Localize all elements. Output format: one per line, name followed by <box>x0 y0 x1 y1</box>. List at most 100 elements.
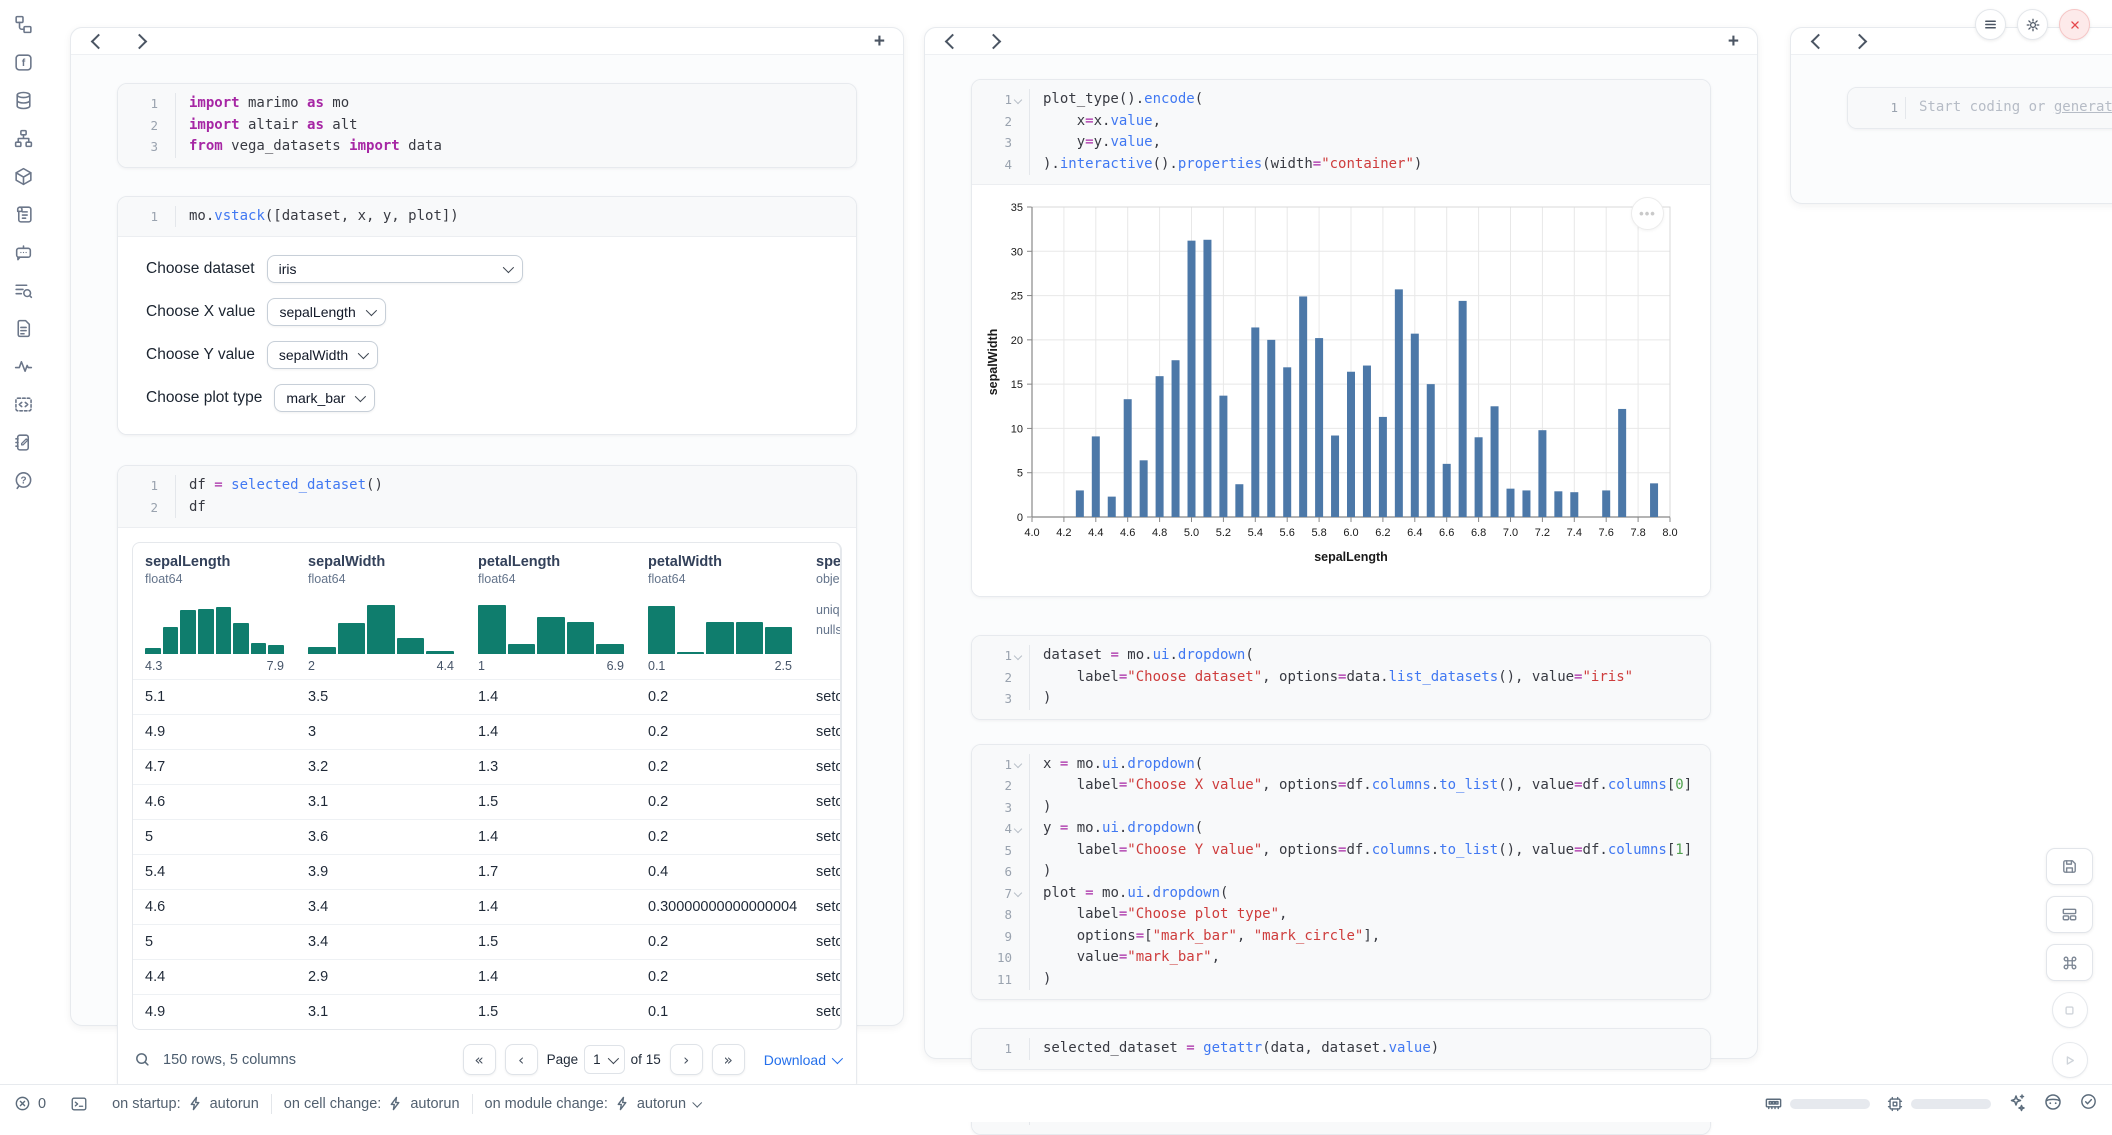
column-histogram[interactable] <box>145 598 284 654</box>
help-icon[interactable]: ? <box>13 470 34 491</box>
packages-icon[interactable] <box>13 166 34 187</box>
code-line[interactable]: 2 label="Choose dataset", options=data.l… <box>982 667 1696 689</box>
settings-button[interactable] <box>2017 9 2048 40</box>
documentation-icon[interactable] <box>13 318 34 339</box>
next-page-button[interactable]: › <box>670 1044 703 1075</box>
code-line[interactable]: 4).interactive().properties(width="conta… <box>982 154 1696 176</box>
code-line[interactable]: 8 label="Choose plot type", <box>982 904 1696 926</box>
xyplot-dropdown-code[interactable]: 1x = mo.ui.dropdown(2 label="Choose X va… <box>972 745 1710 1000</box>
tracing-icon[interactable] <box>13 356 34 377</box>
on-startup-setting[interactable]: on startup: autorun <box>100 1096 271 1112</box>
ai-assist-button[interactable] <box>2007 1092 2027 1116</box>
dataset-dropdown-cell[interactable]: 1dataset = mo.ui.dropdown(2 label="Choos… <box>971 635 1711 720</box>
xyplot-dropdown-cell[interactable]: 1x = mo.ui.dropdown(2 label="Choose X va… <box>971 744 1711 1001</box>
bar-chart[interactable]: 4.04.24.44.64.85.05.25.45.65.86.06.26.46… <box>984 197 1702 580</box>
imports-code[interactable]: 1import marimo as mo2import altair as al… <box>118 84 856 167</box>
dataset-select[interactable]: iris <box>267 255 523 283</box>
code-line[interactable]: 1x = mo.ui.dropdown( <box>982 754 1696 776</box>
stop-button[interactable] <box>2052 992 2088 1028</box>
code-line[interactable]: 11) <box>982 969 1696 991</box>
table-row[interactable]: 4.63.11.50.2setos <box>133 784 840 819</box>
file-explorer-icon[interactable] <box>13 14 34 35</box>
dataset-dropdown-code[interactable]: 1dataset = mo.ui.dropdown(2 label="Choos… <box>972 636 1710 719</box>
table-row[interactable]: 5.43.91.70.4setos <box>133 854 840 889</box>
connection-status-button[interactable] <box>2079 1092 2098 1115</box>
empty-cell[interactable]: 1 Start coding or generate with <box>1847 87 2112 129</box>
code-line[interactable]: 5 label="Choose Y value", options=df.col… <box>982 840 1696 862</box>
plot-type-select[interactable]: mark_bar <box>274 384 375 412</box>
dataframe-code[interactable]: 1df = selected_dataset()2df <box>118 466 856 528</box>
code-line[interactable]: 1dataset = mo.ui.dropdown( <box>982 645 1696 667</box>
cpu-meter[interactable] <box>1886 1095 1991 1113</box>
column-header[interactable]: sepalLengthfloat644.37.9 <box>133 543 296 679</box>
vstack-cell[interactable]: 1mo.vstack([dataset, x, y, plot]) Choose… <box>117 196 857 436</box>
chart-actions-button[interactable]: ••• <box>1631 197 1664 230</box>
copilot-button[interactable] <box>2043 1092 2063 1116</box>
selected-dataset-cell[interactable]: 1selected_dataset = getattr(data, datase… <box>971 1028 1711 1070</box>
logs-icon[interactable] <box>13 204 34 225</box>
column-header[interactable]: sepalWidthfloat6424.4 <box>296 543 466 679</box>
x-select[interactable]: sepalLength <box>267 298 385 326</box>
generate-with-ai-link[interactable]: generate <box>2054 99 2112 115</box>
add-cell-button[interactable]: + <box>1728 31 1739 53</box>
code-line[interactable]: 1mo.vstack([dataset, x, y, plot]) <box>128 206 842 228</box>
vstack-code[interactable]: 1mo.vstack([dataset, x, y, plot]) <box>118 197 856 238</box>
column-header[interactable]: petalWidthfloat640.12.5 <box>636 543 804 679</box>
datasources-icon[interactable] <box>13 90 34 111</box>
code-line[interactable]: 1df = selected_dataset() <box>128 475 842 497</box>
keyboard-shortcuts-button[interactable] <box>2046 944 2093 981</box>
last-page-button[interactable]: » <box>712 1044 745 1075</box>
y-select[interactable]: sepalWidth <box>267 341 378 369</box>
search-icon[interactable] <box>134 1051 151 1068</box>
code-line[interactable]: 4y = mo.ui.dropdown( <box>982 818 1696 840</box>
column-back-icon[interactable] <box>945 33 961 49</box>
cell-placeholder[interactable]: Start coding or generate with <box>1919 97 2112 119</box>
terminal-button[interactable] <box>58 1095 100 1113</box>
column-header[interactable]: petalLengthfloat6416.9 <box>466 543 636 679</box>
code-line[interactable]: 2import altair as alt <box>128 115 842 137</box>
layout-button[interactable] <box>2046 896 2093 933</box>
column-histogram[interactable] <box>308 598 454 654</box>
imports-cell[interactable]: 1import marimo as mo2import altair as al… <box>117 83 857 168</box>
code-line[interactable]: 6) <box>982 861 1696 883</box>
code-line[interactable]: 7plot = mo.ui.dropdown( <box>982 883 1696 905</box>
code-line[interactable]: 1selected_dataset = getattr(data, datase… <box>982 1038 1696 1060</box>
column-forward-icon[interactable] <box>1852 33 1868 49</box>
code-line[interactable]: 2 x=x.value, <box>982 111 1696 133</box>
table-row[interactable]: 53.41.50.2setos <box>133 924 840 959</box>
snippets-icon[interactable] <box>13 394 34 415</box>
code-line[interactable]: 10 value="mark_bar", <box>982 947 1696 969</box>
table-row[interactable]: 5.13.51.40.2setos <box>133 679 840 714</box>
table-row[interactable]: 4.73.21.30.2setos <box>133 749 840 784</box>
ai-chat-icon[interactable] <box>13 242 34 263</box>
code-line[interactable]: 9 options=["mark_bar", "mark_circle"], <box>982 926 1696 948</box>
table-row[interactable]: 4.93.11.50.1setos <box>133 994 840 1029</box>
first-page-button[interactable]: « <box>463 1044 496 1075</box>
column-header[interactable]: speciobjecuniqunulls: <box>804 543 842 679</box>
save-button[interactable] <box>2046 848 2093 885</box>
column-forward-icon[interactable] <box>132 33 148 49</box>
code-line[interactable]: 3from vega_datasets import data <box>128 136 842 158</box>
bar-chart-svg[interactable]: 4.04.24.44.64.85.05.25.45.65.86.06.26.46… <box>984 197 1684 575</box>
plot-cell[interactable]: 1plot_type().encode(2 x=x.value,3 y=y.va… <box>971 79 1711 597</box>
table-row[interactable]: 4.931.40.2setos <box>133 714 840 749</box>
prev-page-button[interactable]: ‹ <box>505 1044 538 1075</box>
column-histogram[interactable] <box>478 598 624 654</box>
code-line[interactable]: 3) <box>982 797 1696 819</box>
dependency-graph-icon[interactable] <box>13 128 34 149</box>
plot-code[interactable]: 1plot_type().encode(2 x=x.value,3 y=y.va… <box>972 80 1710 185</box>
code-line[interactable]: 2 label="Choose X value", options=df.col… <box>982 775 1696 797</box>
errors-indicator[interactable]: 0 <box>14 1095 58 1112</box>
table-row[interactable]: 53.61.40.2setos <box>133 819 840 854</box>
variables-icon[interactable]: f <box>13 52 34 73</box>
table-row[interactable]: 4.63.41.40.30000000000000004setos <box>133 889 840 924</box>
selected-dataset-code[interactable]: 1selected_dataset = getattr(data, datase… <box>972 1029 1710 1069</box>
download-button[interactable]: Download <box>764 1052 840 1068</box>
ram-meter[interactable] <box>1764 1094 1870 1113</box>
column-back-icon[interactable] <box>1811 33 1827 49</box>
empty-cell-code[interactable]: 1 Start coding or generate with <box>1848 88 2112 128</box>
code-line[interactable]: 1import marimo as mo <box>128 93 842 115</box>
on-cell-change-setting[interactable]: on cell change: autorun <box>272 1096 472 1112</box>
column-histogram[interactable] <box>648 598 792 654</box>
column-back-icon[interactable] <box>91 33 107 49</box>
